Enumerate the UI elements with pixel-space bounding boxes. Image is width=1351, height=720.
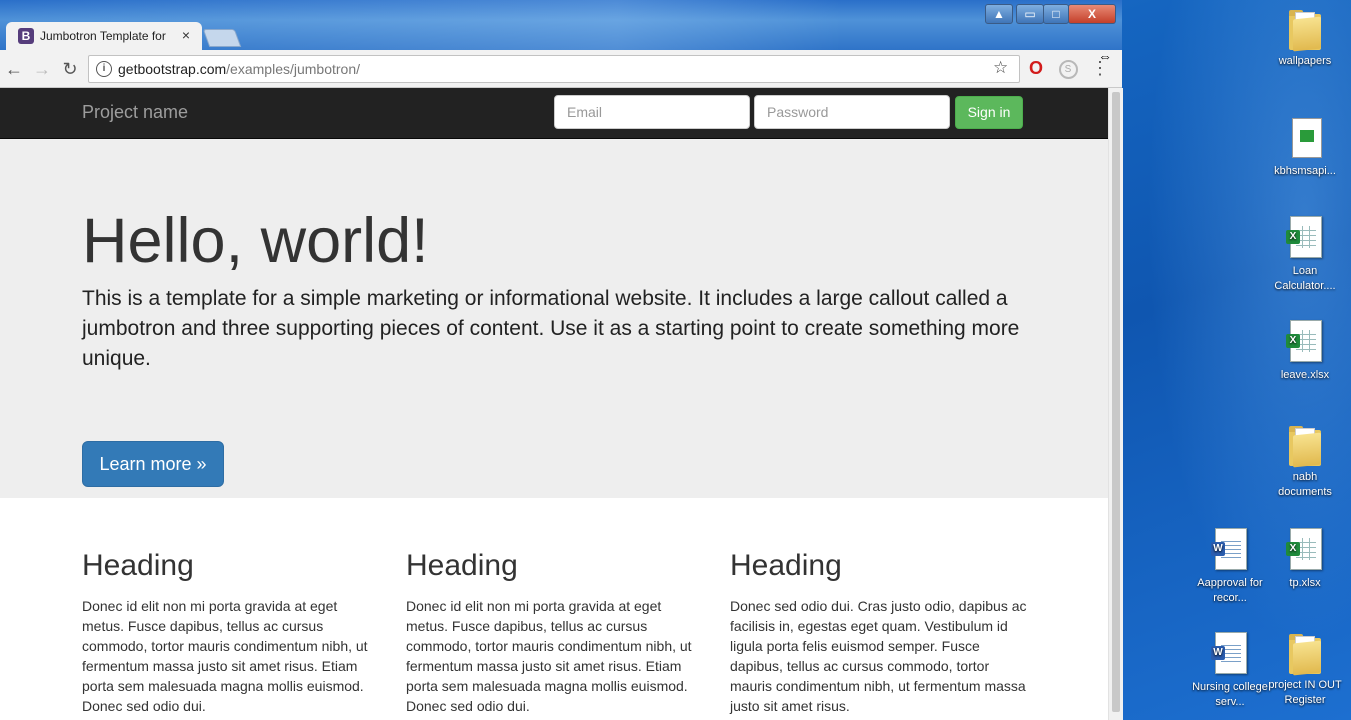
email-field[interactable]: Email [554, 95, 750, 129]
close-window-button[interactable]: X [1068, 4, 1116, 24]
skype-glyph: S [1058, 60, 1078, 79]
column-heading: Heading [730, 549, 842, 582]
site-navbar: Project name Email Password Sign in [0, 88, 1108, 139]
desktop-icon-label: Aapproval for recor... [1197, 577, 1263, 604]
vertical-scrollbar[interactable] [1108, 88, 1123, 720]
site-info-icon[interactable]: i [96, 61, 112, 77]
desktop-icon-label: leave.xlsx [1280, 369, 1330, 381]
minimize-button[interactable]: ▭ [1016, 4, 1044, 24]
content-column: Heading Donec id elit non mi porta gravi… [406, 546, 706, 716]
sign-in-button[interactable]: Sign in [955, 96, 1023, 129]
desktop-icon-label: wallpapers [1278, 55, 1332, 67]
word-file-icon: W [1211, 528, 1249, 572]
back-button[interactable]: ← [4, 59, 24, 79]
desktop-icon-project-register[interactable]: project IN OUT Register [1267, 632, 1343, 708]
desktop-icon-label: tp.xlsx [1289, 577, 1321, 589]
maximize-button[interactable]: □ [1043, 4, 1069, 24]
resize-cursor-icon: ⇔ [1098, 48, 1112, 64]
address-bar[interactable]: i getbootstrap.com/examples/jumbotron/ ☆ [88, 55, 1020, 83]
tab-title: Jumbotron Template for [40, 29, 166, 43]
content-column: Heading Donec sed odio dui. Cras justo o… [730, 546, 1030, 716]
url-path: /examples/jumbotron/ [226, 61, 361, 77]
url-text[interactable]: getbootstrap.com/examples/jumbotron/ [118, 61, 360, 77]
page-viewport: Project name Email Password Sign in Hell… [0, 88, 1108, 720]
desktop-icon-aapproval[interactable]: W Aapproval for recor... [1192, 528, 1268, 606]
desktop-icons: wallpapers kbhsmsapi... X Loan Calculato… [1190, 0, 1351, 720]
desktop-icon-leave[interactable]: X leave.xlsx [1267, 320, 1343, 383]
column-heading: Heading [82, 549, 194, 582]
jumbotron: Hello, world! This is a template for a s… [0, 139, 1108, 498]
tab-jumbotron-template[interactable]: B Jumbotron Template for × [6, 22, 202, 50]
forward-button[interactable]: → [32, 59, 52, 79]
excel-file-icon: X [1286, 320, 1324, 364]
column-text: Donec id elit non mi porta gravida at eg… [406, 598, 692, 714]
user-profile-button[interactable]: ▲ [985, 4, 1013, 24]
browser-toolbar: ← → ↻ i getbootstrap.com/examples/jumbot… [0, 50, 1122, 88]
desktop-icon-label: kbhsmsapi... [1274, 165, 1336, 177]
new-tab-button[interactable] [202, 29, 242, 47]
excel-file-icon: X [1286, 528, 1324, 572]
column-heading: Heading [406, 549, 518, 582]
skype-extension-icon[interactable]: S [1058, 58, 1078, 79]
column-text: Donec sed odio dui. Cras justo odio, dap… [730, 598, 1027, 714]
learn-more-button[interactable]: Learn more » [82, 441, 224, 487]
desktop-icon-label: Nursing college serv... [1192, 681, 1268, 708]
bootstrap-favicon-icon: B [18, 28, 34, 44]
content-columns: Heading Donec id elit non mi porta gravi… [0, 498, 1108, 720]
reload-button[interactable]: ↻ [60, 59, 80, 79]
browser-titlebar[interactable]: B Jumbotron Template for × ▲ ▭ □ X [0, 0, 1122, 50]
browser-window: B Jumbotron Template for × ▲ ▭ □ X ← → ↻… [0, 0, 1123, 720]
tab-close-icon[interactable]: × [178, 27, 194, 43]
content-column: Heading Donec id elit non mi porta gravi… [82, 546, 382, 716]
folder-icon [1287, 8, 1323, 52]
password-field[interactable]: Password [754, 95, 950, 129]
folder-icon [1287, 632, 1323, 676]
opera-extension-icon[interactable]: O [1026, 58, 1046, 78]
desktop-icon-kbhsmsapi[interactable]: kbhsmsapi... [1267, 116, 1343, 179]
jumbotron-heading: Hello, world! [82, 206, 429, 276]
desktop-icon-tp[interactable]: X tp.xlsx [1267, 528, 1343, 591]
folder-icon [1287, 424, 1323, 468]
desktop-icon-nursing-college[interactable]: W Nursing college serv... [1192, 632, 1268, 710]
notepad-file-icon [1286, 116, 1324, 160]
scrollbar-thumb[interactable] [1112, 92, 1120, 712]
column-text: Donec id elit non mi porta gravida at eg… [82, 598, 368, 714]
navbar-brand[interactable]: Project name [82, 102, 188, 123]
desktop-icon-label: nabh documents [1278, 471, 1332, 498]
desktop-icon-label: Loan Calculator.... [1274, 265, 1336, 292]
bookmark-star-icon[interactable]: ☆ [993, 58, 1008, 78]
desktop-icon-wallpapers[interactable]: wallpapers [1267, 8, 1343, 69]
desktop-icon-loan-calculator[interactable]: X Loan Calculator.... [1267, 216, 1343, 294]
word-file-icon: W [1211, 632, 1249, 676]
desktop-icon-nabh-documents[interactable]: nabh documents [1267, 424, 1343, 500]
excel-file-icon: X [1286, 216, 1324, 260]
url-host: getbootstrap.com [118, 61, 227, 77]
jumbotron-text: This is a template for a simple marketin… [82, 287, 1020, 370]
desktop-icon-label: project IN OUT Register [1268, 679, 1342, 706]
